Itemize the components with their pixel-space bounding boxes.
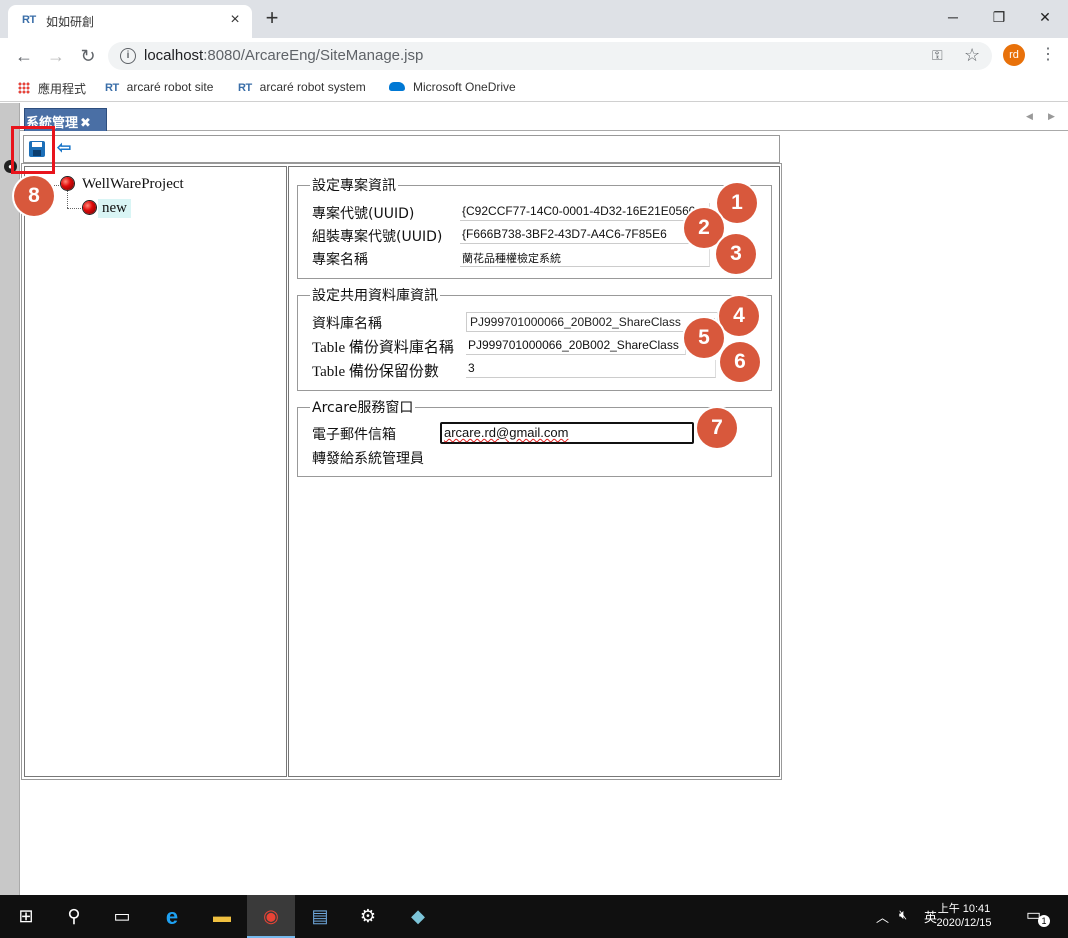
browser-tab[interactable]: RT 如如研創 × bbox=[8, 5, 252, 38]
maximize-icon[interactable]: ❐ bbox=[984, 6, 1014, 28]
rt-favicon-icon: RT bbox=[105, 82, 119, 94]
annotation-badge-8: 8 bbox=[14, 176, 54, 216]
browser-toolbar: ← → ↻ i localhost:8080/ArcareEng/SiteMan… bbox=[0, 38, 1068, 74]
annotation-badge-1: 1 bbox=[717, 183, 757, 223]
tree-node-new[interactable]: new bbox=[83, 199, 131, 218]
email-field[interactable]: arcare.rd@gmail.com bbox=[440, 422, 694, 444]
window-close-icon[interactable]: ✕ bbox=[1030, 6, 1060, 28]
bookmark-onedrive[interactable]: Microsoft OneDrive bbox=[389, 80, 516, 94]
bookmark-star-icon[interactable]: ☆ bbox=[964, 45, 980, 66]
backup-db-label: Table 備份資料庫名稱 bbox=[312, 340, 454, 356]
uuid-field[interactable]: {C92CCF77-14C0-0001-4D32-16E21E0560 bbox=[460, 203, 710, 221]
profile-avatar[interactable]: rd bbox=[1003, 44, 1025, 66]
panel-tab-close-icon[interactable]: ✖ bbox=[80, 116, 91, 131]
rt-favicon-icon: RT bbox=[238, 82, 252, 94]
shared-db-legend: 設定共用資料庫資訊 bbox=[312, 288, 438, 304]
annotation-badge-5: 5 bbox=[684, 318, 724, 358]
backup-db-field[interactable]: PJ999701000066_20B002_ShareClass bbox=[466, 337, 686, 355]
edge-icon[interactable]: e bbox=[148, 895, 196, 938]
search-icon[interactable]: ⚲ bbox=[50, 895, 98, 938]
forward-arrow-icon[interactable]: → bbox=[44, 44, 68, 68]
email-label: 電子郵件信箱 bbox=[312, 427, 396, 443]
reload-icon[interactable]: ↻ bbox=[76, 44, 100, 68]
new-tab-icon[interactable]: + bbox=[262, 7, 282, 29]
clock-time[interactable]: 上午 10:41 bbox=[924, 900, 1004, 916]
windows-taskbar: ⊞ ⚲ ▭ e ▬ ◉ ▤ ⚙ ◆ ︿ 🔇︎ 英 上午 10:41 2020/1… bbox=[0, 895, 1068, 938]
browser-tab-strip: RT 如如研創 × + ─ ❐ ✕ bbox=[0, 0, 1068, 38]
form-toolbar: ⇦ bbox=[23, 135, 780, 163]
task-view-icon[interactable]: ▭ bbox=[98, 895, 146, 938]
annotation-badge-4: 4 bbox=[719, 296, 759, 336]
tray-chevron-up-icon[interactable]: ︿ bbox=[876, 907, 889, 926]
work-area: WellWareProject new 設定專案資訊 專案代號(UUID) {C… bbox=[21, 163, 782, 780]
forward-admin-label: 轉發給系統管理員 bbox=[312, 451, 424, 467]
network-app-icon[interactable]: ▤ bbox=[296, 895, 344, 938]
browser-menu-icon[interactable]: ⋮ bbox=[1040, 44, 1056, 66]
windows-start-icon[interactable]: ⊞ bbox=[2, 895, 50, 938]
volume-muted-icon[interactable]: 🔇︎ bbox=[899, 907, 907, 923]
page-content: 系統管理 ✖ ◀ ▶ ⇦ ● WellWareProject new 設定專案資訊… bbox=[0, 103, 1068, 895]
password-key-icon[interactable]: ⚿ bbox=[932, 47, 943, 64]
backup-count-label: Table 備份保留份數 bbox=[312, 364, 439, 380]
site-info-icon[interactable]: i bbox=[120, 48, 136, 64]
bookmark-robot-site[interactable]: RT arcaré robot site bbox=[105, 80, 213, 94]
db-name-select[interactable]: PJ999701000066_20B002_ShareClass▾ bbox=[466, 312, 718, 332]
red-ball-icon bbox=[61, 177, 74, 190]
assembly-uuid-field[interactable]: {F666B738-3BF2-43D7-A4C6-7F85E6 bbox=[460, 226, 690, 244]
minimize-icon[interactable]: ─ bbox=[938, 6, 968, 28]
notification-count: 1 bbox=[1038, 915, 1050, 927]
scroll-right-icon[interactable]: ▶ bbox=[1048, 111, 1055, 122]
tree-node-label: WellWareProject bbox=[82, 176, 184, 192]
bookmarks-bar: 應用程式 RT arcaré robot site RT arcaré robot … bbox=[0, 74, 1068, 102]
bookmark-apps[interactable]: 應用程式 bbox=[18, 80, 86, 97]
back-arrow-icon[interactable]: ← bbox=[12, 44, 36, 68]
settings-gear-icon[interactable]: ⚙ bbox=[344, 895, 392, 938]
annotation-badge-7: 7 bbox=[697, 408, 737, 448]
rt-favicon-icon: RT bbox=[22, 14, 36, 26]
url-text: localhost:8080/ArcareEng/SiteManage.jsp bbox=[144, 47, 424, 64]
onedrive-cloud-icon bbox=[389, 82, 405, 91]
chrome-icon[interactable]: ◉ bbox=[247, 895, 295, 938]
red-ball-icon bbox=[83, 201, 96, 214]
tab-close-icon[interactable]: × bbox=[226, 11, 244, 29]
tree-connector bbox=[67, 191, 68, 208]
project-name-label: 專案名稱 bbox=[312, 252, 368, 268]
project-tree: WellWareProject new bbox=[24, 166, 287, 777]
annotation-badge-6: 6 bbox=[720, 342, 760, 382]
panel-tab-bar: 系統管理 ✖ ◀ ▶ bbox=[20, 103, 1068, 131]
clock-date[interactable]: 2020/12/15 bbox=[924, 917, 1004, 929]
left-collapse-strip[interactable] bbox=[0, 103, 20, 895]
annotation-badge-2: 2 bbox=[684, 208, 724, 248]
address-bar[interactable]: i localhost:8080/ArcareEng/SiteManage.js… bbox=[108, 42, 992, 70]
browser-tab-title: 如如研創 bbox=[46, 15, 95, 29]
scroll-left-icon[interactable]: ◀ bbox=[1026, 111, 1033, 122]
annotation-badge-3: 3 bbox=[716, 234, 756, 274]
backup-count-field[interactable]: 3 bbox=[466, 360, 716, 378]
service-window-legend: Arcare服務窗口 bbox=[312, 400, 414, 416]
uuid-label: 專案代號(UUID) bbox=[312, 206, 415, 222]
settings-form: 設定專案資訊 專案代號(UUID) {C92CCF77-14C0-0001-4D… bbox=[288, 166, 780, 777]
assembly-uuid-label: 組裝專案代號(UUID) bbox=[312, 229, 443, 245]
project-info-legend: 設定專案資訊 bbox=[312, 178, 396, 194]
bookmark-robot-system[interactable]: RT arcaré robot system bbox=[238, 80, 366, 94]
app-tile-icon[interactable]: ◆ bbox=[394, 895, 442, 938]
apps-grid-icon bbox=[18, 82, 30, 94]
tree-connector bbox=[67, 208, 81, 209]
db-name-label: 資料庫名稱 bbox=[312, 316, 382, 332]
exit-icon[interactable]: ⇦ bbox=[57, 139, 75, 157]
project-name-field[interactable]: 蘭花品種權檢定系統 bbox=[460, 249, 710, 267]
tree-node-label: new bbox=[98, 199, 131, 218]
tree-node-root[interactable]: WellWareProject bbox=[61, 176, 184, 193]
file-explorer-icon[interactable]: ▬ bbox=[198, 895, 246, 938]
save-highlight-box bbox=[11, 126, 55, 174]
